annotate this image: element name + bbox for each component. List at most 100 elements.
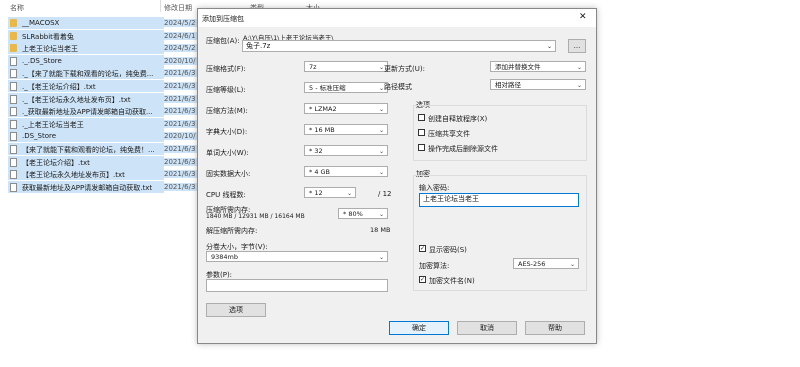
word-select[interactable]: * 32 ⌄ [304, 145, 388, 156]
file-icon [10, 94, 17, 104]
sort-chevron-icon: ^ [80, 0, 86, 5]
file-row[interactable]: 上老王论坛当老王 2024/5/2 [8, 42, 204, 55]
file-name: .DS_Store [22, 132, 57, 141]
dialog-titlebar[interactable]: 添加到压缩包 ✕ [198, 9, 596, 27]
column-header-modified[interactable]: 修改日期 [164, 3, 192, 15]
file-name: __MACOSX [22, 19, 60, 27]
file-icon [10, 132, 17, 142]
method-label: 压缩方法(M): [206, 107, 248, 115]
add-to-archive-dialog: 添加到压缩包 ✕ 压缩包(A): A:\Y\自压\1\上老王论坛当老王\ 兔子.… [197, 8, 597, 344]
chevron-down-icon: ⌄ [346, 190, 352, 197]
threads-label: CPU 线程数: [206, 191, 246, 199]
password-input[interactable]: 上老王论坛当老王 [419, 193, 579, 207]
options-button[interactable]: 选项 [206, 303, 266, 317]
shared-label: 压缩共享文件 [428, 130, 470, 138]
file-row[interactable]: 获取最新地址及APP请发邮箱自动获取.txt 2021/6/3 [8, 180, 204, 193]
mem-comp-detail: 1840 MB / 12931 MB / 16164 MB [206, 213, 305, 220]
file-name: SLRabbit看着兔 [22, 32, 74, 41]
folder-icon [10, 19, 17, 27]
file-icon [10, 69, 17, 79]
level-label: 压缩等级(L): [206, 86, 246, 94]
chevron-down-icon: ⌄ [378, 211, 384, 218]
chevron-down-icon: ⌄ [569, 261, 575, 268]
update-select[interactable]: 添加并替换文件 ⌄ [490, 61, 586, 72]
file-icon [10, 107, 17, 117]
pathmode-label: 路径模式 [384, 83, 412, 91]
file-row[interactable]: ._【老王论坛永久地址发布页】.txt 2021/6/3 [8, 92, 204, 105]
mem-decomp-label: 解压缩所需内存: [206, 227, 258, 235]
file-icon [10, 145, 17, 154]
chevron-down-icon: ⌄ [576, 64, 582, 71]
solid-select[interactable]: * 4 GB ⌄ [304, 166, 388, 177]
chevron-down-icon: ⌄ [378, 106, 384, 113]
file-row[interactable]: ._上老王论坛当老王 2021/6/3 [8, 117, 204, 130]
file-row[interactable]: .DS_Store 2020/10/ [8, 130, 204, 143]
file-row[interactable]: 【老王论坛介绍】.txt 2021/6/3 [8, 155, 204, 168]
file-row[interactable]: ._【老王论坛介绍】.txt 2021/6/3 [8, 80, 204, 92]
cancel-button[interactable]: 取消 [457, 321, 517, 335]
update-label: 更新方式(U): [384, 65, 425, 73]
dict-select[interactable]: * 16 MB ⌄ [304, 124, 388, 135]
file-row[interactable]: 【来了就能下载和观看的论坛，纯免费！... 2021/6/3 [8, 143, 204, 155]
file-row[interactable]: __MACOSX 2024/5/2 [8, 17, 204, 29]
mem-decomp-value: 18 MB [370, 226, 391, 234]
enc-method-select[interactable]: AES-256 ⌄ [513, 258, 579, 269]
shared-checkbox[interactable] [418, 129, 425, 136]
file-icon [10, 119, 17, 129]
file-name: 【老王论坛永久地址发布页】.txt [22, 171, 125, 180]
file-icon [10, 170, 17, 180]
column-divider[interactable] [160, 0, 161, 12]
browse-button[interactable]: ... [568, 39, 586, 53]
threads-max: / 12 [378, 190, 392, 198]
file-name: 上老王论坛当老王 [22, 45, 78, 54]
format-select[interactable]: 7z ⌄ [304, 61, 388, 72]
chevron-down-icon: ⌄ [378, 127, 384, 134]
file-name: ._【老王论坛永久地址发布页】.txt [22, 95, 131, 104]
params-input[interactable] [206, 279, 388, 292]
file-icon [10, 82, 17, 91]
archive-name-value: 兔子.7z [246, 42, 271, 50]
delete-checkbox[interactable] [418, 144, 425, 151]
file-name: ._获取最新地址及APP请发邮箱自动获取... [22, 108, 153, 117]
encrypt-names-label: 加密文件名(N) [429, 277, 475, 285]
encrypt-names-checkbox[interactable]: ✓ [419, 276, 426, 283]
file-icon [10, 157, 17, 167]
file-name: ._.DS_Store [22, 56, 62, 65]
pathmode-select[interactable]: 相对路径 ⌄ [490, 79, 586, 90]
file-row[interactable]: ._【来了就能下载和观看的论坛，纯免费... 2021/6/3 [8, 67, 204, 80]
show-password-checkbox[interactable]: ✓ [419, 245, 426, 252]
file-row[interactable]: ._.DS_Store 2020/10/ [8, 54, 204, 67]
chevron-down-icon: ⌄ [378, 169, 384, 176]
file-name: 获取最新地址及APP请发邮箱自动获取.txt [22, 183, 153, 192]
mem-comp-select[interactable]: * 80% ⌄ [338, 208, 388, 219]
sfx-label: 创建自释放程序(X) [428, 115, 488, 123]
split-combo[interactable]: 9384mb ⌄ [206, 251, 388, 262]
enc-method-label: 加密算法: [419, 262, 450, 270]
folder-icon [10, 44, 17, 53]
archive-label: 压缩包(A): [206, 37, 240, 45]
threads-select[interactable]: * 12 ⌄ [304, 187, 356, 198]
ok-button[interactable]: 确定 [389, 321, 449, 335]
method-select[interactable]: * LZMA2 ⌄ [304, 103, 388, 114]
file-name: 【老王论坛介绍】.txt [22, 158, 90, 167]
file-icon [10, 182, 17, 192]
file-row[interactable]: 【老王论坛永久地址发布页】.txt 2021/6/3 [8, 168, 204, 181]
chevron-down-icon: ⌄ [576, 82, 582, 89]
file-row[interactable]: SLRabbit看着兔 2024/6/1 [8, 29, 204, 42]
chevron-down-icon: ⌄ [378, 254, 384, 261]
file-icon [10, 56, 17, 66]
solid-label: 固实数据大小: [206, 170, 251, 178]
file-name: ._上老王论坛当老王 [22, 120, 84, 129]
file-row[interactable]: ._获取最新地址及APP请发邮箱自动获取... 2021/6/3 [8, 105, 204, 118]
password-label: 输入密码: [419, 184, 450, 192]
chevron-down-icon: ⌄ [546, 43, 552, 50]
dict-label: 字典大小(D): [206, 128, 248, 136]
close-icon[interactable]: ✕ [579, 12, 587, 22]
archive-name-combo[interactable]: 兔子.7z ⌄ [242, 40, 556, 52]
show-password-label: 显示密码(S) [429, 246, 467, 254]
help-button[interactable]: 帮助 [525, 321, 585, 335]
word-label: 单词大小(W): [206, 149, 249, 157]
level-select[interactable]: 5 - 标准压缩 ⌄ [304, 82, 388, 93]
sfx-checkbox[interactable] [418, 114, 425, 121]
column-header-name[interactable]: 名称 [10, 3, 24, 15]
